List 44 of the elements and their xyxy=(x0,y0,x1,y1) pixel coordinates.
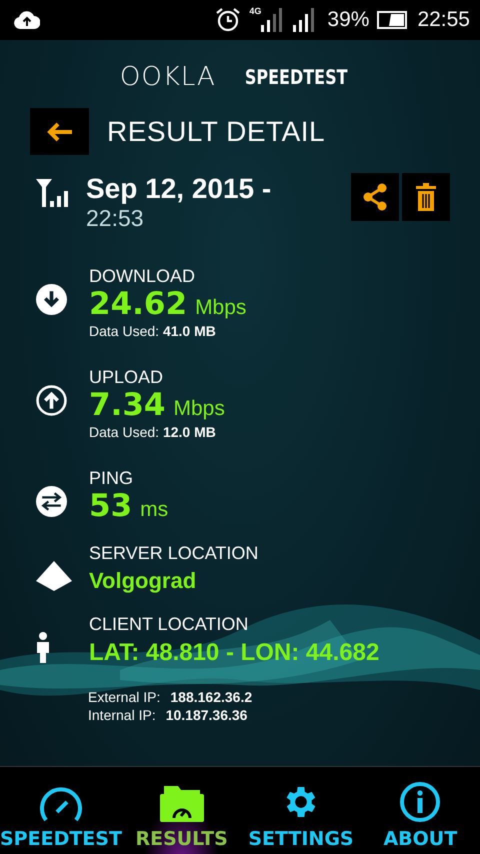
upload-icon xyxy=(36,385,67,416)
battery-percent: 39% xyxy=(327,8,370,32)
location-value: LAT: 48.810 - LON: 44.682 xyxy=(89,639,380,668)
folder-icon xyxy=(160,786,204,822)
metric-value: 7.34 xyxy=(89,388,166,422)
back-arrow-icon xyxy=(46,120,74,142)
metric-unit: Mbps xyxy=(195,296,246,320)
metric-label: DOWNLOAD xyxy=(89,266,196,287)
logo-product: SPEEDTEST xyxy=(244,65,348,89)
metric-value: 53 xyxy=(89,489,132,524)
trash-icon xyxy=(416,183,436,211)
gauge-icon xyxy=(40,786,82,822)
data-used: Data Used: 41.0 MB xyxy=(89,323,217,340)
data-used: Data Used: 12.0 MB xyxy=(89,424,217,440)
ip-value: 188.162.36.2 xyxy=(170,689,252,706)
logo-brand: OOKLA xyxy=(120,62,216,92)
metric-label: UPLOAD xyxy=(89,367,164,388)
clock: 22:55 xyxy=(417,8,470,32)
location-value: Volgograd xyxy=(89,568,198,594)
alarm-icon xyxy=(215,7,242,33)
ip-label: Internal IP: xyxy=(88,707,156,724)
share-button[interactable] xyxy=(351,173,399,221)
metric-value: 24.62 xyxy=(89,287,188,322)
network-type: 4G xyxy=(249,6,262,16)
person-icon xyxy=(36,632,50,664)
back-button[interactable] xyxy=(30,108,89,155)
info-icon xyxy=(400,782,440,822)
result-time: 22:53 xyxy=(86,205,145,232)
ip-label: External IP: xyxy=(88,689,160,706)
ip-value: 10.187.36.36 xyxy=(166,707,248,724)
metric-label: SERVER LOCATION xyxy=(89,543,258,564)
share-icon xyxy=(362,183,388,211)
pyramid-icon xyxy=(36,561,72,592)
metric-unit: Mbps xyxy=(174,397,225,420)
metric-label: CLIENT LOCATION xyxy=(89,614,250,636)
download-icon xyxy=(36,284,67,315)
result-date: Sep 12, 2015 - xyxy=(86,173,272,205)
metric-label: PING xyxy=(89,468,134,490)
delete-button[interactable] xyxy=(402,173,450,221)
metric-unit: ms xyxy=(140,498,168,522)
battery-icon xyxy=(377,11,410,29)
cloud-upload-icon xyxy=(14,11,40,29)
ping-icon xyxy=(36,486,67,518)
page-title: RESULT DETAIL xyxy=(107,116,326,148)
